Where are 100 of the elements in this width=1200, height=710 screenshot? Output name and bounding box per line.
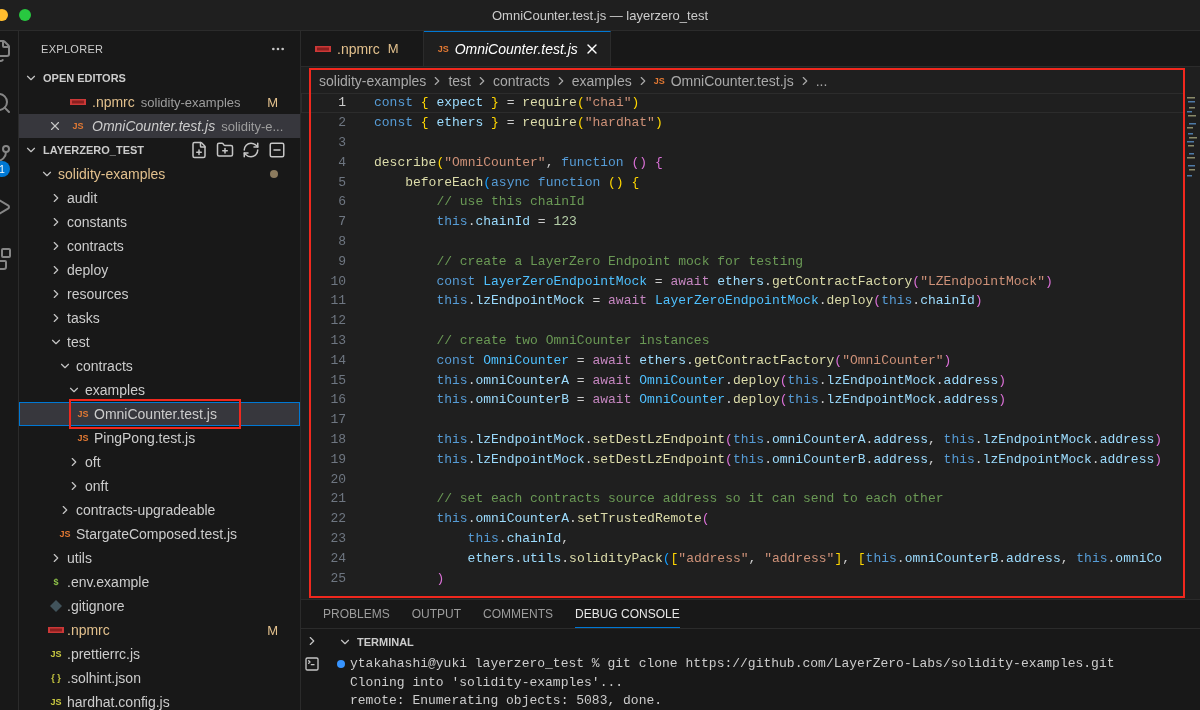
- section-header[interactable]: OPEN EDITORS: [19, 66, 300, 90]
- item-label: examples: [85, 382, 145, 398]
- folder-item[interactable]: utils: [19, 546, 300, 570]
- refresh-icon[interactable]: [242, 141, 260, 159]
- item-label: contracts: [67, 238, 124, 254]
- js-icon: JS: [50, 697, 62, 707]
- item-label: test: [67, 334, 90, 350]
- panel-tab[interactable]: COMMENTS: [483, 600, 554, 628]
- folder-item[interactable]: onft: [19, 474, 300, 498]
- file-item[interactable]: JS PingPong.test.js: [19, 426, 300, 450]
- line-number: 4: [337, 154, 346, 170]
- terminal-header[interactable]: TERMINAL: [301, 628, 1200, 655]
- code-line: const LayerZeroEndpointMock = await ethers.getContractFactory("LZEndpointMock"): [435, 273, 1053, 289]
- folder-item[interactable]: audit: [19, 186, 300, 210]
- line-number: 16: [329, 392, 346, 408]
- line-number: 21: [329, 491, 346, 507]
- line-number: 5: [337, 174, 346, 190]
- panel-tab[interactable]: DEBUG CONSOLE: [575, 600, 680, 628]
- panel-tab[interactable]: PROBLEMS: [323, 600, 390, 628]
- folder-item[interactable]: solidity-examples: [19, 162, 300, 186]
- folder-item[interactable]: resources: [19, 282, 300, 306]
- js-icon: JS: [59, 529, 71, 539]
- item-label: constants: [67, 214, 127, 230]
- code-line: // create two OmniCounter instances: [435, 332, 710, 348]
- folder-item[interactable]: tasks: [19, 306, 300, 330]
- line-number: 1: [337, 95, 346, 111]
- item-label: oft: [85, 454, 101, 470]
- item-label: onft: [85, 478, 109, 494]
- dollar-icon: $: [53, 577, 59, 587]
- line-number: 23: [329, 530, 346, 546]
- open-editor-item[interactable]: JS OmniCounter.test.js solidity-e...: [19, 114, 300, 138]
- file-item[interactable]: JS .prettierrc.js: [19, 642, 300, 666]
- terminal-line: remote: Enumerating objects: 5083, done.: [350, 693, 663, 709]
- item-label: audit: [67, 190, 98, 206]
- breadcrumb-item[interactable]: contracts: [492, 73, 550, 89]
- line-number: 12: [329, 313, 346, 329]
- js-icon: JS: [437, 44, 449, 54]
- breadcrumb-item[interactable]: JS OmniCounter.test.js: [653, 73, 794, 89]
- line-number: 8: [337, 233, 346, 249]
- js-icon: JS: [77, 433, 89, 443]
- file-item[interactable]: .gitignore: [19, 594, 300, 618]
- folder-item[interactable]: constants: [19, 210, 300, 234]
- item-label: PingPong.test.js: [94, 430, 196, 446]
- file-item[interactable]: { } .solhint.json: [19, 666, 300, 690]
- item-label: tasks: [67, 310, 100, 326]
- code-line: this.chainId,: [466, 530, 570, 546]
- section-header[interactable]: LAYERZERO_TEST: [19, 138, 300, 162]
- collapse-icon[interactable]: [268, 141, 286, 159]
- open-editor-item[interactable]: .npmrc solidity-examples M: [19, 90, 300, 114]
- code-line: const OmniCounter = await ethers.getContractFactory("OmniCounter"): [435, 352, 952, 368]
- js-icon: JS: [50, 649, 62, 659]
- file-item[interactable]: JS StargateComposed.test.js: [19, 522, 300, 546]
- code-line: const { ethers } = require("hardhat"): [374, 115, 663, 131]
- folder-item[interactable]: oft: [19, 450, 300, 474]
- tab-label: .npmrc: [337, 40, 380, 57]
- file-item[interactable]: JS OmniCounter.test.js: [19, 402, 300, 426]
- folder-item[interactable]: contracts: [19, 354, 300, 378]
- code-line: this.omniCounterA = await OmniCounter.deploy(this.lzEndpointMock.address): [435, 372, 1007, 388]
- folder-item[interactable]: contracts: [19, 234, 300, 258]
- terminal-line: ytakahashi@yuki layerzero_test % git clone https://github.com/LayerZero-Labs/solidity-examples.git: [350, 656, 1115, 672]
- terminal-icon[interactable]: [304, 656, 320, 672]
- close-icon[interactable]: [48, 119, 62, 133]
- folder-item[interactable]: deploy: [19, 258, 300, 282]
- editor-tab[interactable]: JS OmniCounter.test.js: [423, 31, 611, 66]
- file-item[interactable]: JS hardhat.config.js: [19, 690, 300, 710]
- item-label: OmniCounter.test.js: [94, 406, 217, 422]
- line-number: 6: [337, 194, 346, 210]
- breadcrumb-item[interactable]: solidity-examples: [319, 73, 427, 89]
- code-line: this.chainId = 123: [435, 214, 577, 230]
- item-label: hardhat.config.js: [67, 694, 170, 710]
- folder-description: solidity-examples: [140, 94, 241, 110]
- npm-icon: [48, 627, 64, 633]
- item-label: .prettierrc.js: [67, 646, 141, 662]
- breadcrumb-item[interactable]: test: [448, 73, 471, 89]
- folder-item[interactable]: test: [19, 330, 300, 354]
- modified-dot: [270, 170, 278, 178]
- code-line: // set each contracts source address so it can send to each other: [435, 491, 944, 507]
- breadcrumb-item[interactable]: ...: [815, 73, 828, 89]
- new-file-icon[interactable]: [190, 141, 208, 159]
- modified-label: M: [387, 41, 399, 56]
- line-number: 25: [329, 570, 346, 586]
- line-number: 15: [329, 372, 346, 388]
- panel-tab[interactable]: OUTPUT: [411, 600, 462, 628]
- file-item[interactable]: $ .env.example: [19, 570, 300, 594]
- item-label: .solhint.json: [67, 670, 141, 686]
- line-number: 22: [329, 511, 346, 527]
- line-number: 2: [337, 115, 346, 131]
- modified-label: M: [267, 622, 278, 638]
- zoom-button[interactable]: [19, 9, 31, 21]
- item-label: deploy: [67, 262, 109, 278]
- line-number: 18: [329, 431, 346, 447]
- window-title: OmniCounter.test.js — layerzero_test: [492, 7, 708, 23]
- line-number: 17: [329, 412, 346, 428]
- folder-description: solidity-e...: [221, 118, 284, 134]
- file-item[interactable]: .npmrc M: [19, 618, 300, 642]
- folder-item[interactable]: contracts-upgradeable: [19, 498, 300, 522]
- sidebar-title: EXPLORER: [41, 42, 104, 55]
- folder-item[interactable]: examples: [19, 378, 300, 402]
- new-folder-icon[interactable]: [216, 141, 234, 159]
- breadcrumb-item[interactable]: examples: [571, 73, 632, 89]
